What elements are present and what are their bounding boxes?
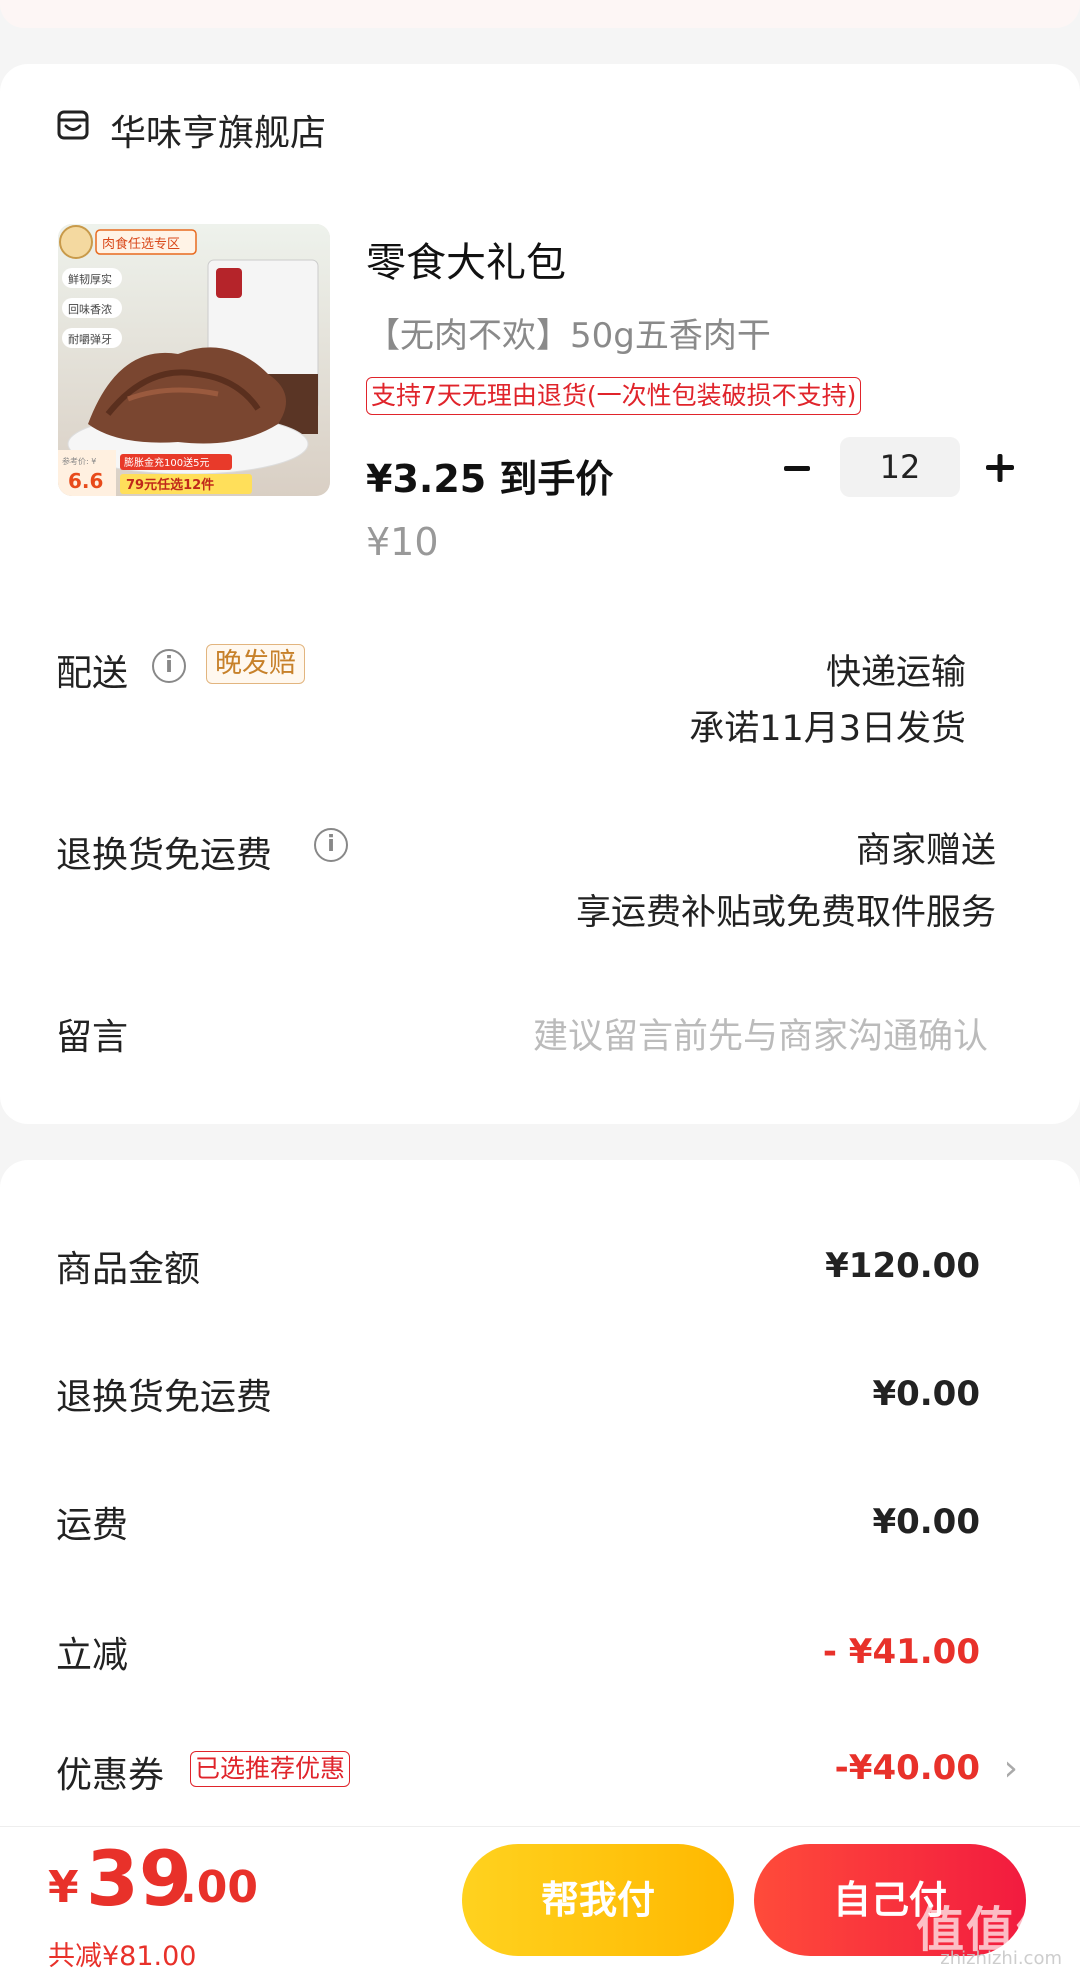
delivery-label: 配送	[56, 653, 129, 694]
late-compensation-badge: 晚发赔	[206, 644, 305, 684]
product-photo: 肉食任选专区 鲜韧厚实 回味香浓 耐嚼弹牙 参考价: ¥ 6.6 膨胀金充100…	[58, 224, 330, 496]
shipping-fee-label: 运费	[56, 1505, 129, 1546]
store-icon	[57, 110, 89, 140]
discount-label: 立减	[56, 1635, 129, 1676]
image-feature-2: 回味香浓	[68, 303, 112, 316]
store-name[interactable]: 华味亨旗舰店	[110, 104, 326, 156]
order-item-card	[0, 64, 1080, 1124]
delivery-info-icon[interactable]: i	[152, 649, 186, 683]
total-saved: 共减¥81.00	[48, 1941, 197, 1972]
image-banner: 肉食任选专区	[102, 236, 180, 252]
deal-price: ¥3.25 到手价	[366, 457, 614, 501]
total-amount-decimal: .00	[180, 1862, 258, 1913]
watermark-url: zhizhizhi.com	[940, 1948, 1062, 1969]
return-fee-value: ¥0.00	[872, 1374, 980, 1414]
chevron-right-icon[interactable]: ›	[1004, 1748, 1018, 1789]
image-ref-price: 6.6	[68, 469, 103, 493]
coupon-label[interactable]: 优惠券	[56, 1746, 164, 1798]
goods-amount-label: 商品金额	[56, 1249, 201, 1290]
discount-value: - ¥41.00	[822, 1632, 980, 1672]
total-currency: ¥	[48, 1862, 79, 1913]
message-label: 留言	[56, 1017, 129, 1058]
image-feature-3: 耐嚼弹牙	[68, 332, 112, 346]
message-input[interactable]: 建议留言前先与商家沟通确认	[533, 1008, 988, 1059]
product-title[interactable]: 零食大礼包	[366, 230, 566, 288]
return-shipping-label: 退换货免运费	[56, 835, 273, 876]
total-amount-int: 39	[86, 1834, 192, 1923]
image-promo-2: 79元任选12件	[126, 477, 214, 493]
goods-amount-value: ¥120.00	[825, 1246, 980, 1286]
return-shipping-info-icon[interactable]: i	[314, 828, 348, 862]
return-shipping-desc: 享运费补贴或免费取件服务	[575, 893, 996, 933]
return-shipping-provider[interactable]: 商家赠送	[856, 822, 996, 873]
help-pay-button[interactable]: 帮我付	[462, 1844, 734, 1956]
delivery-method[interactable]: 快递运输	[826, 644, 966, 695]
plus-icon[interactable]	[976, 444, 1024, 492]
product-spec[interactable]: 【无肉不欢】50g五香肉干	[366, 308, 771, 357]
delivery-promise: 承诺11月3日发货	[689, 709, 966, 749]
original-price: ¥10	[366, 520, 439, 564]
return-policy-tag: 支持7天无理由退货(一次性包装破损不支持)	[366, 377, 862, 415]
minus-icon[interactable]	[776, 448, 824, 488]
image-ref-price-label: 参考价: ¥	[62, 456, 96, 466]
shipping-fee-value: ¥0.00	[872, 1502, 980, 1542]
product-image[interactable]: 肉食任选专区 鲜韧厚实 回味香浓 耐嚼弹牙 参考价: ¥ 6.6 膨胀金充100…	[58, 224, 330, 496]
quantity-input[interactable]: 12	[840, 437, 960, 497]
image-promo-1: 膨胀金充100送5元	[124, 456, 209, 469]
top-strip	[0, 0, 1080, 28]
return-fee-label: 退换货免运费	[56, 1377, 273, 1418]
coupon-badge: 已选推荐优惠	[190, 1751, 351, 1787]
coupon-value[interactable]: -¥40.00	[835, 1748, 980, 1788]
image-feature-1: 鲜韧厚实	[68, 272, 112, 286]
